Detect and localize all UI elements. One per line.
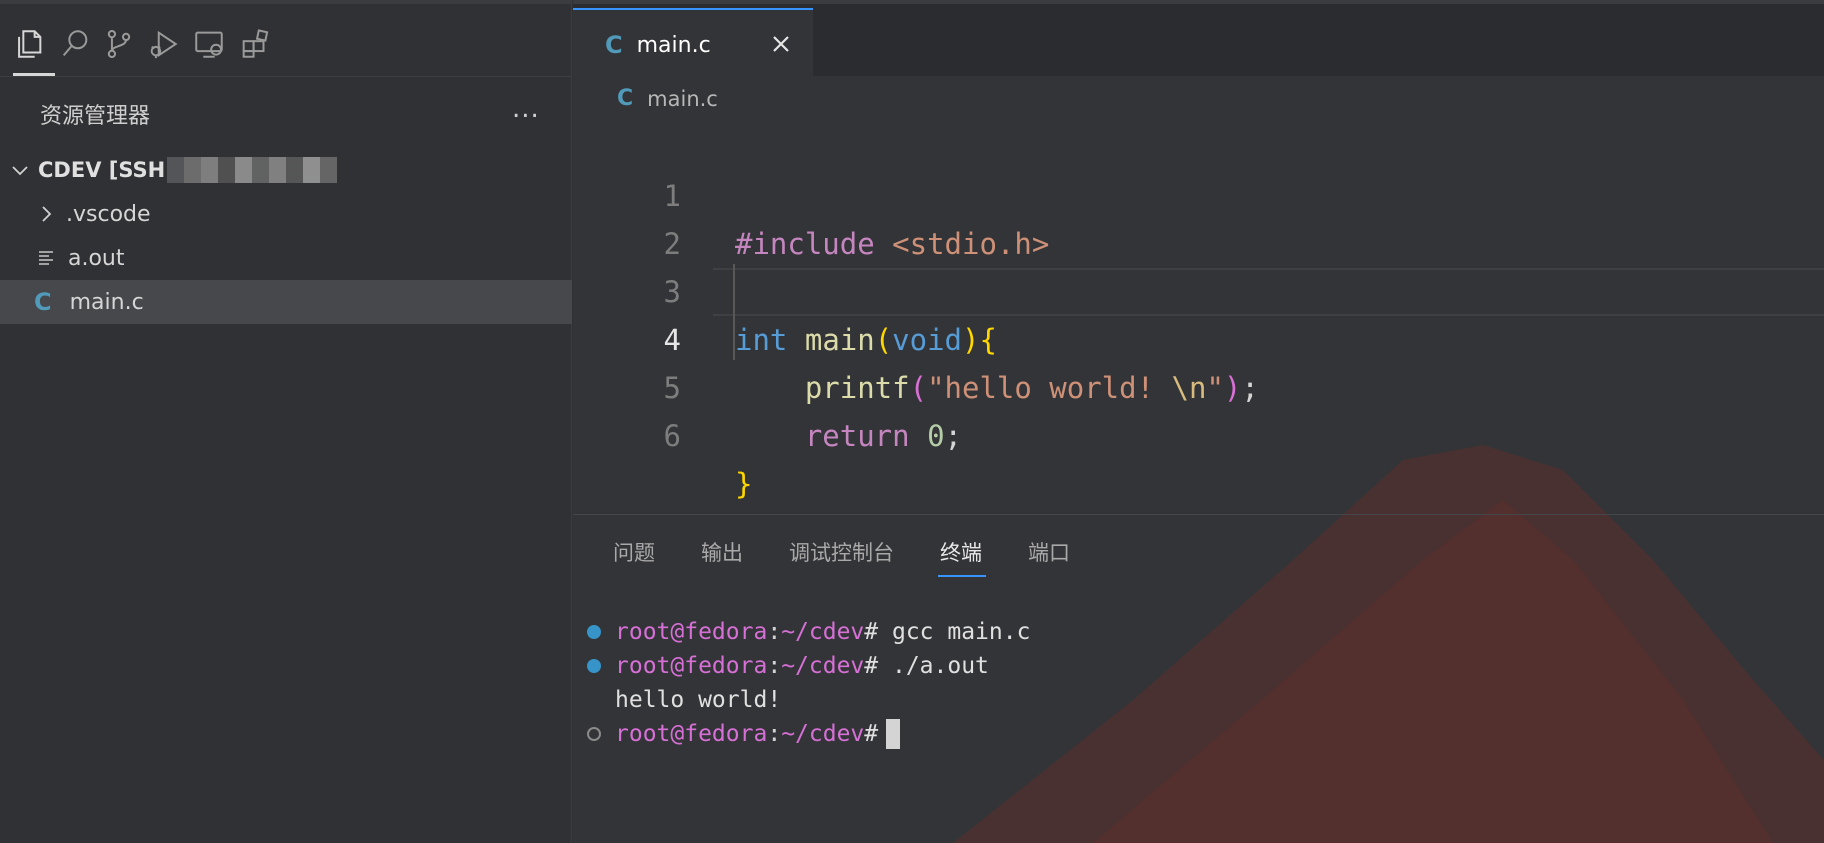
code-line: 1 #include <stdio.h> [573, 124, 1824, 261]
prompt-path: ~/cdev [781, 619, 865, 645]
code-token: return [804, 419, 910, 453]
c-file-icon: C [605, 31, 623, 59]
root-folder-label: CDEV [SSH [38, 158, 166, 182]
tab-terminal[interactable]: 终端 [938, 537, 986, 577]
tree-item-label: main.c [69, 289, 144, 315]
tree-item-vscode[interactable]: .vscode [0, 192, 572, 236]
terminal-command: # gcc main.c [864, 619, 1031, 645]
prompt-colon: : [767, 619, 782, 645]
remote-explorer-icon[interactable] [190, 24, 228, 64]
redacted-host [167, 157, 338, 183]
prompt-user: root@fedora [615, 721, 768, 747]
sidebar: 资源管理器 ... CDEV [SSH .vscode a.out C main… [0, 0, 572, 843]
breadcrumb[interactable]: C main.c [617, 86, 718, 111]
code-token: 0 [927, 419, 945, 453]
tree-item-label: .vscode [66, 201, 151, 227]
prompt-user: root@fedora [615, 619, 768, 645]
terminal-command: # [864, 721, 879, 747]
terminal-line: root@fedora: ~/cdev # gcc main.c [587, 615, 1030, 649]
tab-bar: C main.c [573, 0, 1824, 80]
tab-debug-console[interactable]: 调试控制台 [789, 537, 894, 577]
breadcrumb-file: main.c [647, 86, 718, 111]
close-icon[interactable] [769, 32, 793, 56]
chevron-down-icon [12, 166, 28, 176]
explorer-title: 资源管理器 [40, 104, 151, 129]
vscode-window: 资源管理器 ... CDEV [SSH .vscode a.out C main… [0, 0, 1824, 843]
code-line: 2 [573, 172, 1824, 261]
code-token: ; [944, 419, 963, 453]
prompt-colon: : [767, 721, 782, 747]
bottom-panel: 问题 输出 调试控制台 终端 端口 root@fedora: ~/cdev # gc… [573, 514, 1824, 843]
files-icon[interactable] [10, 24, 48, 64]
prompt-colon: : [767, 653, 782, 679]
terminal-line: root@fedora: ~/cdev # [587, 717, 1030, 751]
root-folder[interactable]: CDEV [SSH [0, 148, 572, 192]
command-success-icon[interactable] [587, 659, 601, 673]
command-pending-icon [587, 727, 601, 741]
terminal-output: hello world! [615, 687, 782, 713]
code-editor[interactable]: 1 #include <stdio.h> 2 3 int main(void){… [573, 124, 1824, 501]
terminal-line: hello world! [587, 683, 1030, 717]
code-line: 3 int main(void){ [573, 220, 1824, 357]
source-control-icon[interactable] [100, 24, 138, 64]
run-debug-icon[interactable] [144, 24, 182, 64]
c-file-icon: C [617, 86, 634, 111]
tab-problems[interactable]: 问题 [613, 537, 655, 577]
tree-item-main-c[interactable]: C main.c [0, 280, 572, 324]
terminal[interactable]: root@fedora: ~/cdev # gcc main.c root@fedo… [587, 615, 1030, 751]
prompt-user: root@fedora [615, 653, 768, 679]
line-number: 6 [663, 419, 681, 453]
tab-main-c[interactable]: C main.c [573, 8, 813, 80]
panel-tabs: 问题 输出 调试控制台 终端 端口 [613, 537, 1116, 577]
tab-output[interactable]: 输出 [701, 537, 743, 577]
active-view-indicator [13, 73, 55, 76]
code-line: 5 return 0; [573, 316, 1824, 453]
extensions-icon[interactable] [236, 24, 274, 64]
tab-ports[interactable]: 端口 [1028, 537, 1070, 577]
tree-item-a-out[interactable]: a.out [0, 236, 572, 280]
prompt-path: ~/cdev [781, 653, 865, 679]
c-file-icon: C [34, 288, 52, 316]
command-success-icon[interactable] [587, 625, 601, 639]
indent-guide [733, 264, 735, 360]
search-icon[interactable] [56, 24, 94, 64]
more-actions-button[interactable]: ... [512, 94, 540, 124]
terminal-cursor [886, 719, 901, 749]
code-token: } [735, 467, 753, 501]
editor-area: C main.c C main.c 1 #include <stdio.h> 2… [573, 0, 1824, 843]
code-line-current: 4 printf("hello world! \n"); [573, 268, 1824, 405]
code-line: 6 } [573, 364, 1824, 501]
text-file-icon [39, 251, 53, 265]
activity-bar [0, 0, 572, 77]
terminal-line: root@fedora: ~/cdev # ./a.out [587, 649, 1030, 683]
chevron-right-icon [42, 206, 52, 222]
prompt-path: ~/cdev [781, 721, 865, 747]
tree-item-label: a.out [68, 245, 125, 271]
terminal-command: # ./a.out [864, 653, 989, 679]
tab-label: main.c [636, 32, 711, 58]
